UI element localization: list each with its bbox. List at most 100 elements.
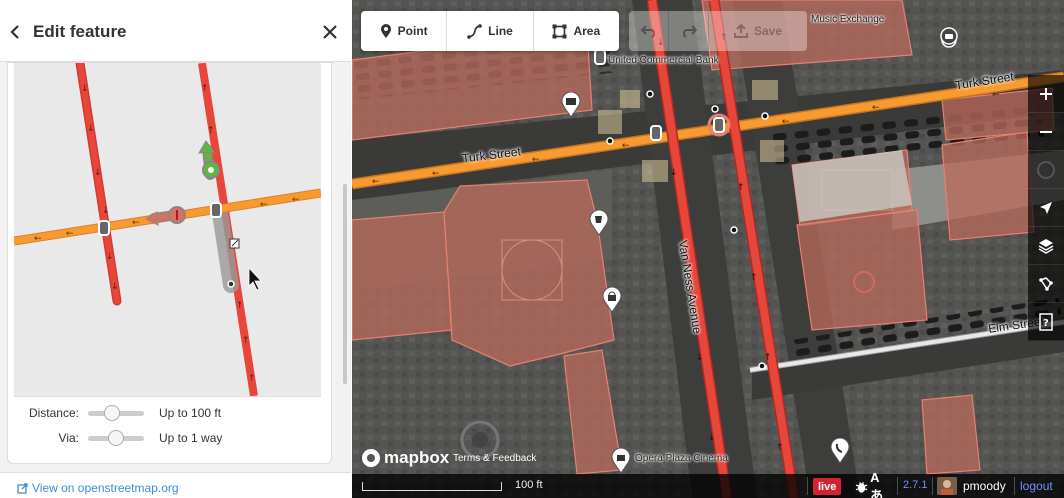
map-data-button[interactable] <box>1028 265 1064 303</box>
svg-text:←: ← <box>132 218 140 228</box>
svg-text:←: ← <box>782 117 790 127</box>
svg-text:←: ← <box>432 169 440 179</box>
close-icon <box>323 25 337 39</box>
add-area-button[interactable]: Area <box>534 11 619 51</box>
mapbox-logo[interactable]: mapbox <box>361 448 449 468</box>
svg-text:←: ← <box>992 90 1000 100</box>
svg-text:↓: ↓ <box>81 84 89 94</box>
save-button[interactable]: Save <box>709 11 807 51</box>
via-slider[interactable] <box>88 430 144 446</box>
layers-icon <box>1038 238 1054 254</box>
external-link-icon <box>17 482 28 494</box>
help-button[interactable]: ? <box>1028 303 1064 341</box>
undo-button[interactable] <box>629 11 669 51</box>
svg-text:←: ← <box>260 200 268 210</box>
svg-text:←: ← <box>292 195 300 205</box>
svg-text:←: ← <box>872 103 880 113</box>
svg-text:↑: ↑ <box>776 443 784 453</box>
turn-restriction-controls: Distance: Up to 100 ft Via: Up to 1 way <box>14 396 321 456</box>
plus-icon <box>1040 87 1052 100</box>
footer-divider <box>932 477 933 495</box>
add-point-button[interactable]: Point <box>361 11 448 51</box>
poi-label-music: Music Exchange <box>811 14 885 25</box>
svg-text:↑: ↑ <box>242 336 250 346</box>
svg-text:↑: ↑ <box>750 273 758 283</box>
svg-text:↓: ↓ <box>696 353 704 363</box>
svg-text:↓: ↓ <box>111 282 119 292</box>
live-badge: live <box>813 478 842 495</box>
via-value: Up to 1 way <box>159 431 223 445</box>
chevron-left-icon <box>10 25 19 39</box>
svg-text:↑: ↑ <box>764 353 772 363</box>
redo-icon <box>682 25 697 38</box>
view-on-osm-text: View on openstreetmap.org <box>32 481 179 495</box>
logout-link[interactable]: logout <box>1020 479 1053 493</box>
add-line-button[interactable]: Line <box>447 11 534 51</box>
zoom-in-button[interactable] <box>1028 75 1064 113</box>
help-icon: ? <box>1039 312 1053 331</box>
cafe-pin-icon[interactable] <box>589 209 609 236</box>
distance-label: Distance: <box>28 406 79 420</box>
svg-text:?: ? <box>1043 318 1049 329</box>
line-icon <box>467 23 482 39</box>
turn-restrictions-field: ↓↓↓↓↓↓ ↑↑↑↑↑↑ ←←←←← <box>7 62 332 464</box>
username: pmoody <box>963 479 1006 493</box>
language-glyphs: Aあ <box>870 469 884 498</box>
scale-bar[interactable] <box>362 482 502 491</box>
svg-text:↑: ↑ <box>737 183 745 193</box>
add-feature-toolbar: Point Line Area <box>361 11 619 51</box>
distance-value: Up to 100 ft <box>159 406 222 420</box>
user-link[interactable]: pmoody <box>937 477 1006 495</box>
sidebar-title: Edit feature <box>33 22 127 41</box>
zoom-to-selection-button[interactable] <box>1028 151 1064 189</box>
data-icon <box>1039 276 1053 291</box>
svg-text:↓: ↓ <box>708 433 716 443</box>
location-arrow-icon <box>1040 201 1052 214</box>
via-label: Via: <box>58 431 79 445</box>
sidebar: Edit feature ↓ ↓ ↓ ↓ ↓ ↓ ↑ ↑ ↑ ↑ ↑ ← ← ←… <box>0 0 351 498</box>
distance-slider-knob[interactable] <box>104 405 120 421</box>
svg-text:↓: ↓ <box>670 168 678 178</box>
zoom-out-button[interactable] <box>1028 113 1064 151</box>
cinema-pin-icon[interactable] <box>611 447 631 474</box>
point-icon <box>380 23 391 38</box>
redo-button[interactable] <box>669 11 709 51</box>
svg-text:↓: ↓ <box>87 124 95 134</box>
svg-text:↑: ↑ <box>201 84 209 94</box>
shop-pin-icon[interactable] <box>602 286 622 313</box>
avatar <box>937 477 957 495</box>
map-footer: 100 ft live Aあ 2.7.1 pmoody logout <box>352 470 1064 498</box>
mapbox-logo-text: mapbox <box>384 448 450 467</box>
car-pin-icon[interactable] <box>939 26 959 52</box>
footer-divider <box>1014 477 1015 495</box>
bug-icon <box>855 481 868 493</box>
mail-pin-icon[interactable] <box>561 91 581 118</box>
sidebar-scrollbar[interactable] <box>343 184 347 384</box>
close-button[interactable] <box>318 20 342 44</box>
mapbox-logo-icon <box>362 449 380 467</box>
footer-divider <box>807 477 808 495</box>
distance-row: Distance: Up to 100 ft <box>14 403 321 425</box>
turn-restriction-diagram[interactable]: ↓↓↓↓↓↓ ↑↑↑↑↑↑ ←←←←← <box>14 63 321 396</box>
svg-text:←: ← <box>66 229 74 239</box>
terms-feedback-link[interactable]: Terms & Feedback <box>453 453 536 464</box>
sidebar-footer: View on openstreetmap.org <box>0 472 351 498</box>
view-on-osm-link[interactable]: View on openstreetmap.org <box>17 481 179 495</box>
geolocate-button[interactable] <box>1028 189 1064 227</box>
version-link[interactable]: 2.7.1 <box>903 479 927 491</box>
svg-text:←: ← <box>34 234 42 244</box>
via-slider-knob[interactable] <box>108 430 124 446</box>
area-icon <box>552 24 567 38</box>
phone-pin-icon[interactable] <box>830 437 850 464</box>
history-toolbar: Save <box>629 11 807 51</box>
map-view[interactable]: ↓ ↓ ↓ ↓ ↓ ↑ ↑ ↑ ↑ ↑ ← ← ← ← ← ← ← United… <box>352 0 1064 498</box>
scale-text: 100 ft <box>515 479 543 491</box>
distance-slider[interactable] <box>88 405 144 421</box>
poi-label-cinema: Opera Plaza Cinema <box>635 453 728 464</box>
svg-text:←: ← <box>372 177 380 187</box>
issues-language-icon[interactable]: Aあ <box>855 470 891 498</box>
via-row: Via: Up to 1 way <box>14 428 321 450</box>
svg-text:↓: ↓ <box>94 168 102 178</box>
background-button[interactable] <box>1028 227 1064 265</box>
back-button[interactable] <box>4 18 26 46</box>
